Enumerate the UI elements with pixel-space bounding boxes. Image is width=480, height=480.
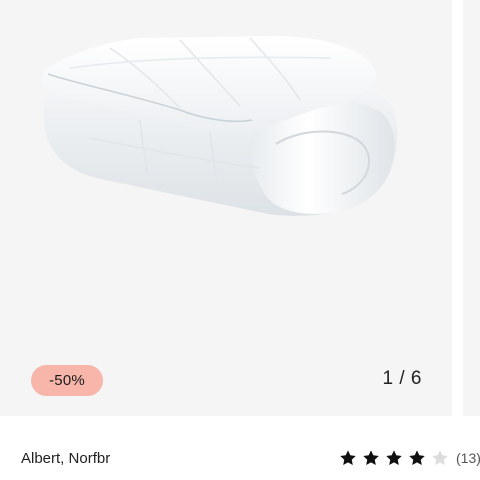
product-card[interactable]: -50% 1 / 6 Albert, Norfbr (13) <box>0 0 480 480</box>
product-image-gallery[interactable]: -50% 1 / 6 <box>0 0 452 416</box>
product-info-row: Albert, Norfbr (13) <box>0 416 480 480</box>
product-image <box>42 36 398 216</box>
rating[interactable]: (13) <box>339 449 480 467</box>
next-image-peek[interactable] <box>463 0 480 416</box>
brand-name[interactable]: Albert, Norfbr <box>21 450 110 467</box>
review-count: (13) <box>456 450 480 466</box>
discount-badge: -50% <box>31 365 103 396</box>
star-icon <box>363 450 379 466</box>
rating-stars <box>339 449 454 467</box>
image-counter: 1 / 6 <box>382 368 422 389</box>
star-icon <box>386 450 402 466</box>
star-icon <box>432 450 448 466</box>
star-icon <box>340 450 356 466</box>
star-icon <box>409 450 425 466</box>
